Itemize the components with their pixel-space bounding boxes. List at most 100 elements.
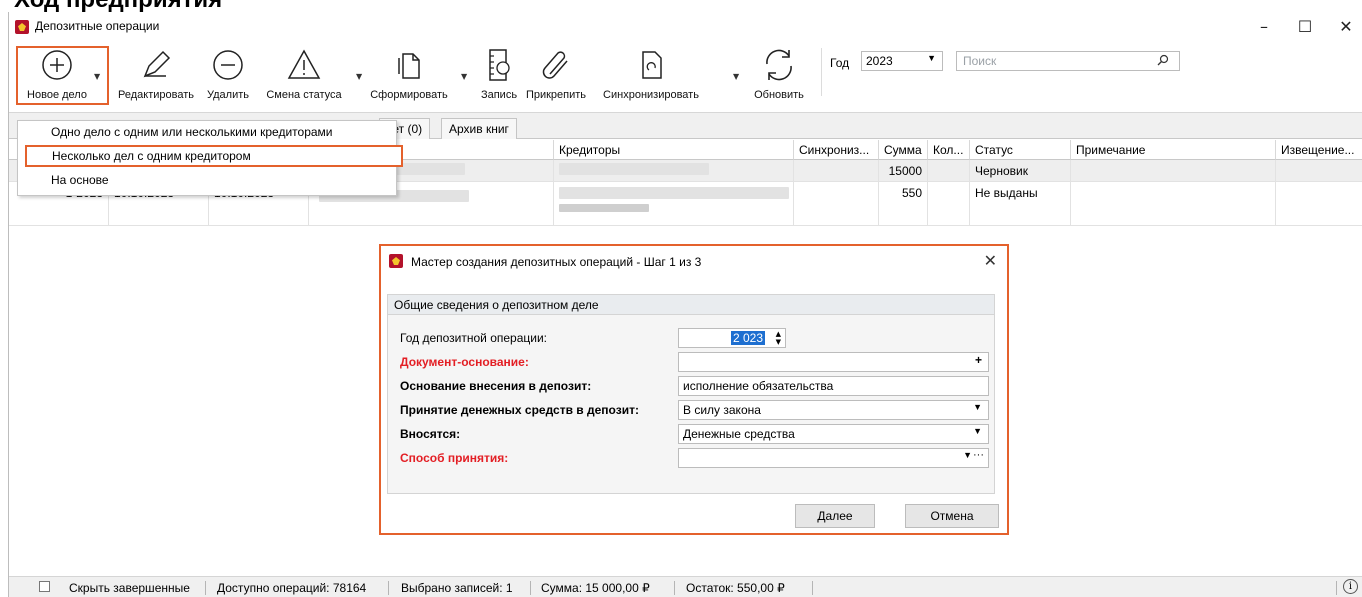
acceptance-method-select[interactable]: ▼ ···	[678, 448, 989, 468]
cell-status: Черновик	[970, 160, 1071, 182]
deposit-basis-field[interactable]: исполнение обязательства	[678, 376, 989, 396]
acceptance-value: В силу закона	[683, 403, 761, 417]
deposit-type-label: Вносятся:	[400, 427, 461, 441]
new-case-menu: Одно дело с одним или несколькими кредит…	[17, 120, 403, 196]
cell-sum: 550	[879, 182, 928, 226]
cell-status: Не выданы	[970, 182, 1071, 226]
cell-note	[1071, 182, 1276, 226]
add-icon[interactable]: +	[975, 353, 982, 367]
acceptance-select[interactable]: В силу закона ▼	[678, 400, 989, 420]
info-icon[interactable]: i	[1343, 579, 1358, 594]
status-separator	[205, 581, 206, 595]
menu-item-single-case[interactable]: Одно дело с одним или несколькими кредит…	[18, 122, 396, 144]
form-button[interactable]: Сформировать	[369, 44, 449, 108]
chevron-down-icon[interactable]: ▼	[733, 72, 739, 81]
new-case-highlight	[16, 46, 109, 105]
year-field-label: Год депозитной операции:	[400, 331, 547, 345]
document-basis-field[interactable]: +	[678, 352, 989, 372]
year-label: Год	[830, 56, 850, 70]
deposit-type-value: Денежные средства	[683, 427, 795, 441]
hide-completed-checkbox[interactable]	[39, 581, 50, 592]
edit-button[interactable]: Редактировать	[115, 44, 197, 108]
form-label: Сформировать	[370, 89, 448, 101]
cell-note	[1071, 160, 1276, 182]
wizard-dialog: Мастер создания депозитных операций - Ша…	[379, 244, 1009, 535]
chevron-down-icon[interactable]: ▼	[963, 450, 972, 460]
year-stepper-value: 2 023	[730, 331, 765, 345]
paperclip-icon	[542, 51, 568, 79]
sync-button[interactable]: Синхронизировать	[603, 44, 699, 108]
refresh-label: Обновить	[754, 89, 804, 101]
column-header-notice[interactable]: Извещение...	[1276, 140, 1362, 160]
cell-sum: 15000	[879, 160, 928, 182]
chevron-down-icon: ▼	[973, 402, 982, 412]
refresh-button[interactable]: Обновить	[749, 44, 809, 108]
group-heading: Общие сведения о депозитном деле	[388, 295, 994, 315]
acceptance-label: Принятие денежных средств в депозит:	[400, 403, 639, 417]
more-icon[interactable]: ···	[973, 449, 984, 461]
pencil-icon	[143, 50, 171, 78]
chevron-down-icon[interactable]: ▼	[461, 72, 467, 81]
stepper-arrows-icon[interactable]: ▲ ▼	[776, 330, 781, 346]
chevron-down-icon: ▼	[927, 53, 936, 63]
change-status-button[interactable]: Смена статуса	[264, 44, 344, 108]
search-input[interactable]: Поиск	[956, 51, 1180, 71]
column-header-count[interactable]: Кол...	[928, 140, 970, 160]
main-window: Депозитные операции – ☐ ✕ Новое дело ▼ Р…	[8, 12, 1362, 597]
status-separator	[812, 581, 813, 595]
chevron-down-icon: ▼	[973, 426, 982, 436]
chevron-down-icon[interactable]: ▼	[356, 72, 362, 81]
menu-item-based-on[interactable]: На основе	[18, 170, 396, 192]
cell-notice	[1276, 182, 1362, 226]
year-select[interactable]: 2023 ▼	[861, 51, 943, 71]
film-record-icon	[489, 49, 510, 81]
deposit-type-select[interactable]: Денежные средства ▼	[678, 424, 989, 444]
maximize-button[interactable]: ☐	[1290, 16, 1320, 38]
column-header-note[interactable]: Примечание	[1071, 140, 1276, 160]
close-button[interactable]: ✕	[1331, 16, 1361, 38]
acceptance-method-label: Способ принятия:	[400, 451, 509, 465]
dialog-title: Мастер создания депозитных операций - Ша…	[411, 255, 702, 269]
menu-item-multiple-cases[interactable]: Несколько дел с одним кредитором	[25, 145, 403, 167]
delete-button[interactable]: Удалить	[205, 44, 251, 108]
cell-sync	[794, 182, 879, 226]
cell-count	[928, 182, 970, 226]
status-bar: Скрыть завершенные Доступно операций: 78…	[9, 576, 1362, 597]
dialog-close-icon[interactable]: ✕	[984, 251, 997, 270]
year-stepper[interactable]: 2 023 ▲ ▼	[678, 328, 786, 348]
change-status-label: Смена статуса	[266, 89, 342, 101]
cancel-button[interactable]: Отмена	[905, 504, 999, 528]
refresh-icon	[766, 49, 792, 81]
cell-notice	[1276, 160, 1362, 182]
minimize-button[interactable]: –	[1249, 16, 1279, 38]
redacted-text	[559, 204, 649, 212]
total-sum: Сумма: 15 000,00 ₽	[541, 581, 650, 595]
document-basis-label: Документ-основание:	[400, 355, 529, 369]
toolbar-separator	[821, 48, 822, 96]
record-label: Запись	[480, 89, 518, 101]
attach-label: Прикрепить	[525, 89, 587, 101]
sync-label: Синхронизировать	[603, 89, 699, 101]
next-button[interactable]: Далее	[795, 504, 875, 528]
available-operations: Доступно операций: 78164	[217, 581, 367, 595]
general-info-group: Общие сведения о депозитном деле Год деп…	[387, 294, 995, 494]
column-header-status[interactable]: Статус	[970, 140, 1071, 160]
app-logo-icon	[389, 254, 403, 268]
search-icon[interactable]	[1157, 54, 1169, 69]
column-header-sync[interactable]: Синхрониз...	[794, 140, 879, 160]
hide-completed-label[interactable]: Скрыть завершенные	[69, 581, 190, 595]
record-button[interactable]: Запись	[477, 44, 521, 108]
delete-label: Удалить	[207, 89, 249, 101]
status-separator	[530, 581, 531, 595]
selected-records: Выбрано записей: 1	[401, 581, 513, 595]
attach-button[interactable]: Прикрепить	[526, 44, 586, 108]
search-placeholder: Поиск	[963, 54, 997, 68]
column-header-sum[interactable]: Сумма	[879, 140, 928, 160]
status-separator	[1336, 581, 1337, 595]
tab-book-archive[interactable]: Архив книг	[441, 118, 517, 139]
deposit-basis-label: Основание внесения в депозит:	[400, 379, 592, 393]
redacted-text	[559, 163, 709, 175]
remaining-balance: Остаток: 550,00 ₽	[686, 581, 785, 595]
column-header-creditors[interactable]: Кредиторы	[554, 140, 794, 160]
year-value: 2023	[866, 54, 893, 68]
